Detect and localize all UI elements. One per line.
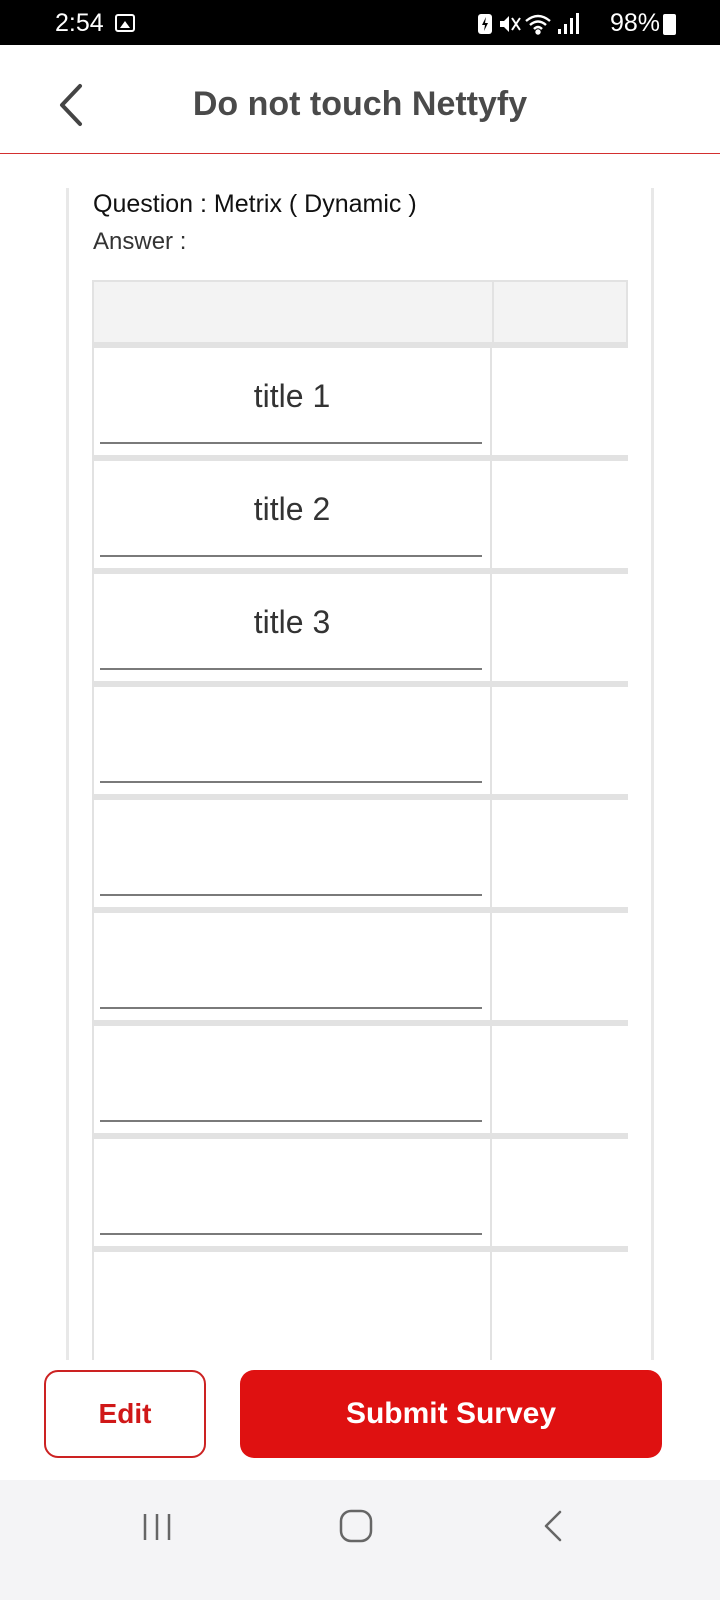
battery-saver-icon: [478, 14, 492, 34]
matrix-row-1: title 1: [92, 342, 628, 457]
system-nav-bar: [0, 1480, 720, 1600]
input-underline: [100, 894, 482, 896]
matrix-row-5: [92, 794, 628, 909]
cell-divider: [490, 687, 492, 796]
mute-icon: [500, 16, 521, 32]
input-underline: [100, 1007, 482, 1009]
matrix-table[interactable]: title 1 title 2 title 3: [92, 280, 628, 1360]
back-icon[interactable]: [540, 1508, 570, 1544]
cell-divider: [490, 913, 492, 1022]
matrix-row-2: title 2: [92, 455, 628, 570]
row-title-input[interactable]: title 3: [94, 604, 490, 641]
question-card: Question : Metrix ( Dynamic ) Answer : t…: [66, 188, 654, 1360]
battery-icon: [663, 14, 676, 35]
input-underline: [100, 555, 482, 557]
input-underline: [100, 1120, 482, 1122]
status-icons: [478, 13, 579, 35]
row-title-input[interactable]: title 1: [94, 378, 490, 415]
row-title-input[interactable]: title 2: [94, 491, 490, 528]
image-icon: [115, 14, 135, 32]
cell-divider: [490, 800, 492, 909]
cell-divider: [490, 1139, 492, 1248]
cell-divider: [490, 1026, 492, 1135]
cell-divider: [490, 1252, 492, 1360]
matrix-row-6: [92, 907, 628, 1022]
signal-icon: [558, 13, 579, 34]
matrix-row-9: [92, 1246, 628, 1360]
home-icon[interactable]: [338, 1508, 374, 1544]
input-underline: [100, 668, 482, 670]
matrix-row-7: [92, 1020, 628, 1135]
matrix-header-row: [92, 280, 628, 346]
matrix-row-4: [92, 681, 628, 796]
matrix-row-3: title 3: [92, 568, 628, 683]
cell-divider: [490, 461, 492, 570]
cell-divider: [490, 574, 492, 683]
answer-label: Answer :: [93, 228, 187, 255]
input-underline: [100, 442, 482, 444]
status-time: 2:54: [55, 9, 104, 37]
cell-divider: [490, 348, 492, 457]
matrix-row-8: [92, 1133, 628, 1248]
submit-survey-button[interactable]: Submit Survey: [240, 1370, 662, 1458]
question-label: Question : Metrix ( Dynamic ): [93, 190, 417, 218]
header-divider: [492, 282, 494, 346]
edit-button[interactable]: Edit: [44, 1370, 206, 1458]
recent-apps-icon[interactable]: [140, 1510, 174, 1544]
page-title: Do not touch Nettyfy: [192, 85, 528, 123]
input-underline: [100, 1233, 482, 1235]
input-underline: [100, 781, 482, 783]
status-bar: 2:54 98%: [0, 0, 720, 45]
wifi-icon: [525, 14, 551, 35]
battery-percent: 98%: [609, 9, 660, 37]
app-header: Do not touch Nettyfy: [0, 45, 720, 154]
